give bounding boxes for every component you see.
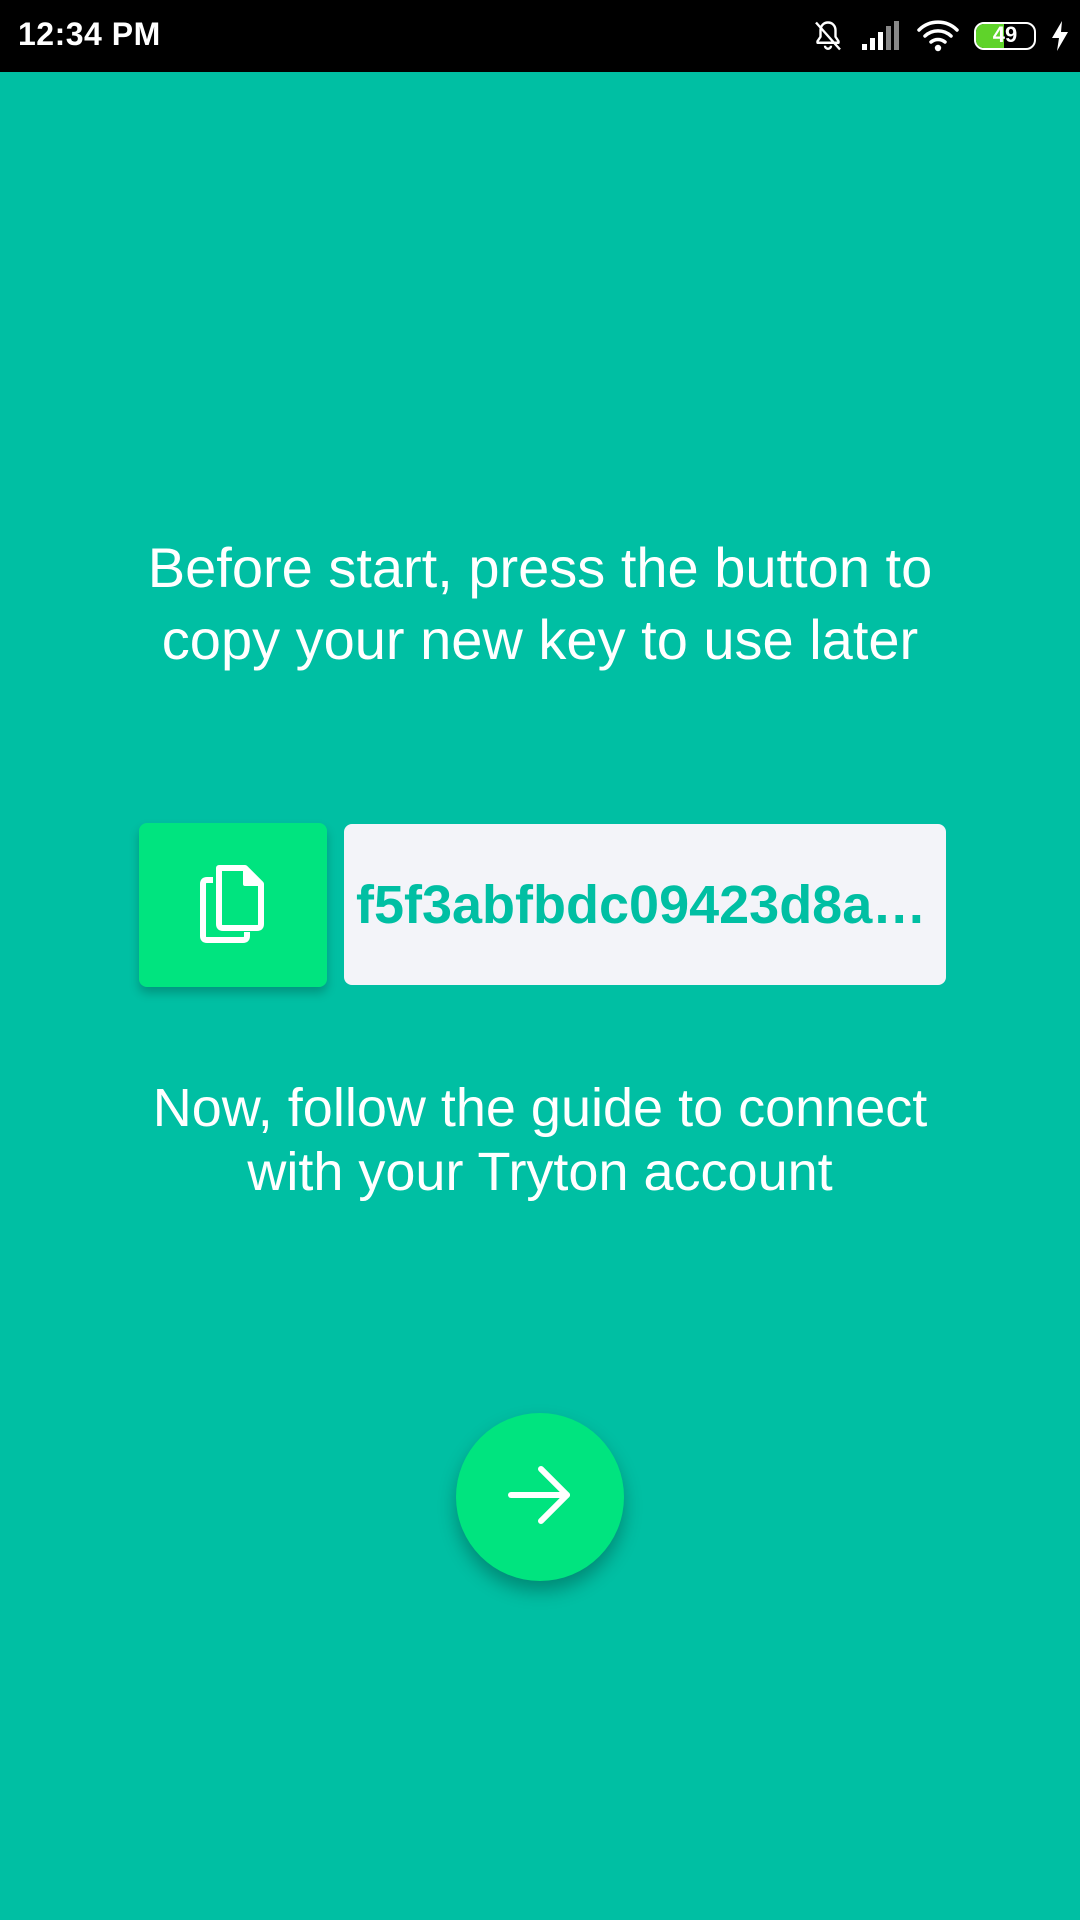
- key-field[interactable]: f5f3abfbdc09423d8a…: [344, 824, 946, 985]
- key-value: f5f3abfbdc09423d8a…: [356, 874, 927, 935]
- battery-icon: 49: [974, 22, 1036, 50]
- copy-key-button[interactable]: [139, 823, 327, 987]
- battery-level: 49: [992, 22, 1018, 47]
- charging-bolt-icon: [1050, 20, 1070, 52]
- status-bar: 12:34 PM 49: [0, 0, 1080, 72]
- key-setup-screen: 12:34 PM 49 Before start, press the butt…: [0, 0, 1080, 1920]
- status-time: 12:34 PM: [18, 16, 161, 52]
- bell-muted-icon: [810, 18, 846, 54]
- wifi-icon: [916, 19, 960, 53]
- status-icons: 49: [810, 14, 1070, 58]
- arrow-right-icon: [505, 1460, 575, 1535]
- next-button[interactable]: [456, 1413, 624, 1581]
- copy-icon: [197, 862, 269, 949]
- copy-key-row: f5f3abfbdc09423d8a…: [139, 823, 947, 987]
- instruction-text: Before start, press the button to copy y…: [147, 536, 933, 671]
- cell-signal-icon: [860, 20, 902, 52]
- guide-text: Now, follow the guide to connect with yo…: [152, 1078, 928, 1202]
